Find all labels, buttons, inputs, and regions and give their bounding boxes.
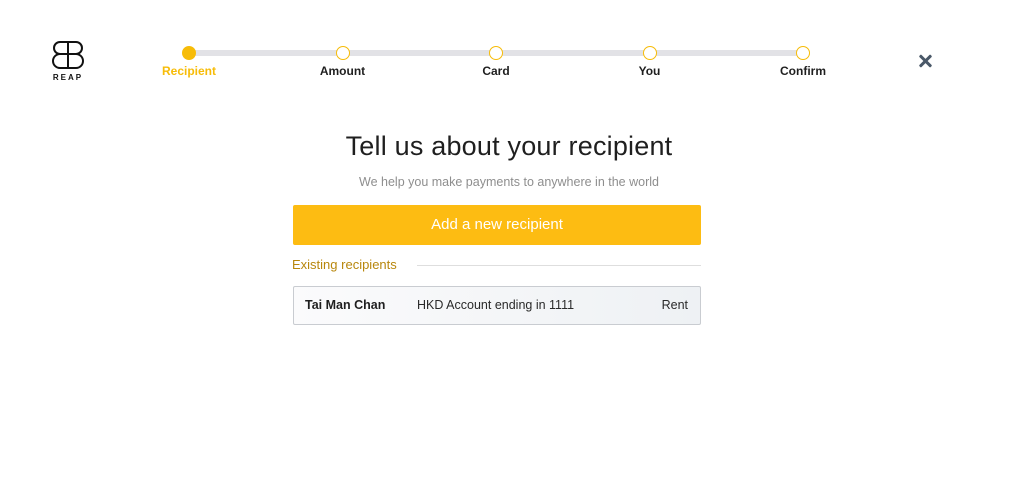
recipient-account: HKD Account ending in 1111	[417, 298, 575, 312]
step-card: Card	[456, 44, 536, 78]
step-recipient: Recipient	[149, 44, 229, 78]
existing-recipients-heading: Existing recipients	[292, 257, 397, 272]
recipient-tag: Rent	[661, 298, 688, 312]
logo-wordmark: REAP	[52, 73, 84, 82]
recipient-row[interactable]: Tai Man Chan HKD Account ending in 1111 …	[293, 286, 701, 325]
step-dot-icon	[796, 46, 810, 60]
step-dot-icon	[335, 46, 350, 60]
add-new-recipient-button[interactable]: Add a new recipient	[293, 205, 701, 245]
reap-logo: REAP	[52, 40, 84, 82]
reap-logo-icon	[52, 41, 84, 69]
step-label: You	[638, 64, 661, 78]
step-you: You	[610, 44, 690, 78]
step-label: Recipient	[161, 64, 216, 78]
step-label: Amount	[319, 64, 366, 78]
progress-stepper: Recipient Amount Card You Confirm	[150, 44, 840, 84]
step-dot-icon	[182, 46, 196, 60]
page-title: Tell us about your recipient	[345, 131, 673, 161]
page-subtitle: We help you make payments to anywhere in…	[359, 175, 659, 189]
step-confirm: Confirm	[763, 44, 843, 78]
step-dot-icon	[489, 46, 503, 60]
step-label: Card	[482, 64, 510, 78]
close-icon[interactable]	[916, 52, 934, 70]
step-dot-icon	[642, 46, 657, 60]
section-divider	[417, 265, 701, 266]
recipient-name: Tai Man Chan	[305, 298, 386, 312]
step-amount: Amount	[303, 44, 383, 78]
step-label: Confirm	[780, 64, 826, 78]
